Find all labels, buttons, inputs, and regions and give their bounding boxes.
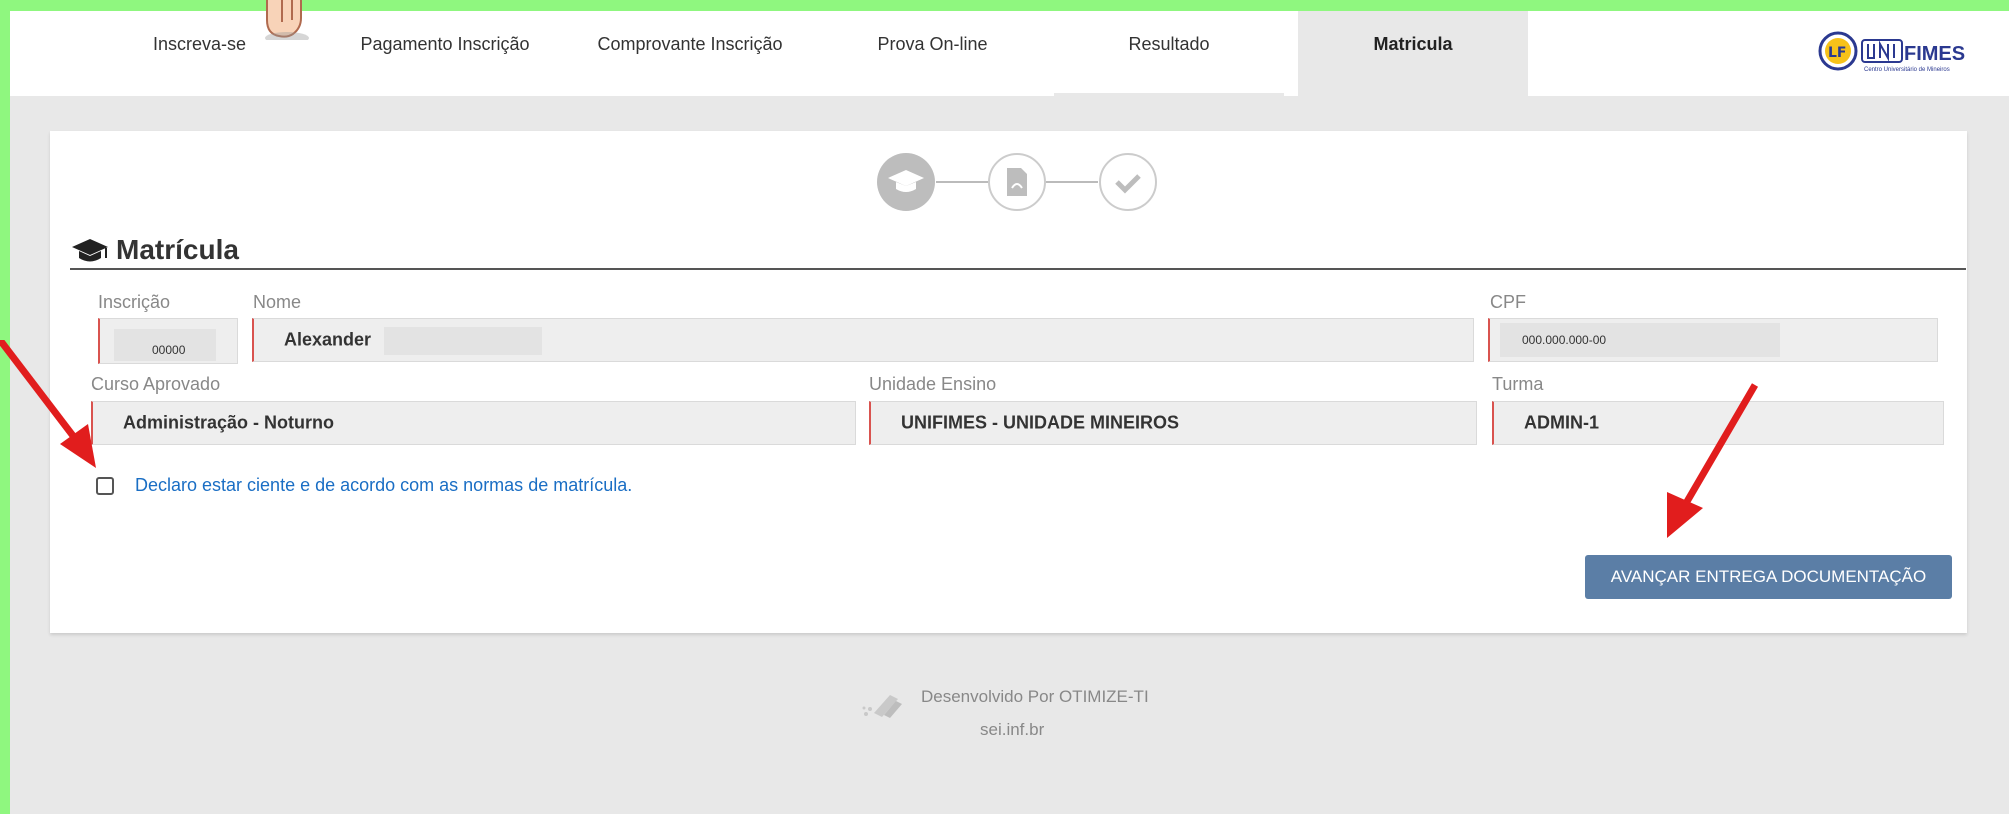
nav-item-resultado[interactable]: Resultado: [1054, 11, 1284, 96]
title-divider: [70, 268, 1966, 270]
logo-subtext: Centro Universitário de Mineiros: [1864, 67, 1950, 73]
nav-item-prova-online[interactable]: Prova On-line: [850, 11, 1015, 96]
annotation-arrow-left: [0, 340, 96, 468]
cpf-value: 000.000.000-00: [1522, 333, 1607, 347]
inscricao-label: Inscrição: [98, 292, 171, 312]
svg-text:LF: LF: [1828, 45, 1846, 61]
unidade-ensino-field[interactable]: UNIFIMES - UNIDADE MINEIROS: [869, 401, 1477, 445]
curso-aprovado-value: Administração - Noturno: [123, 412, 335, 433]
cpf-label: CPF: [1490, 292, 1526, 312]
graduation-cap-icon: [72, 239, 108, 262]
curso-aprovado-field[interactable]: Administração - Noturno: [91, 401, 856, 445]
inscricao-value: 00000: [152, 343, 186, 357]
nome-field[interactable]: Alexander: [252, 318, 1474, 362]
inscricao-field[interactable]: 00000: [98, 318, 238, 364]
nav-item-inscreva-se[interactable]: Inscreva-se: [112, 11, 287, 96]
hand-sticker-icon: [265, 0, 309, 40]
cpf-field[interactable]: 000.000.000-00: [1488, 318, 1938, 362]
step-pdf-document-icon: [988, 153, 1046, 211]
footer-developed-by: Desenvolvido Por OTIMIZE-TI: [921, 687, 1149, 706]
nav-item-matricula[interactable]: Matricula: [1298, 11, 1528, 96]
nav-item-pagamento-inscricao[interactable]: Pagamento Inscrição: [340, 11, 550, 96]
unidade-ensino-label: Unidade Ensino: [869, 374, 997, 394]
turma-value: ADMIN-1: [1524, 412, 1599, 433]
nav-item-comprovante-inscricao[interactable]: Comprovante Inscrição: [570, 11, 810, 96]
curso-aprovado-label: Curso Aprovado: [91, 374, 221, 394]
logo-text: FIMES: [1904, 43, 1965, 65]
nome-label: Nome: [253, 292, 302, 312]
step-graduation-cap-icon: [877, 153, 935, 211]
unifimes-logo: LF FIMES Centro Universitário de Mineiro…: [1818, 31, 1965, 73]
section-title-text: Matrícula: [116, 234, 239, 265]
unidade-ensino-value: UNIFIMES - UNIDADE MINEIROS: [901, 412, 1180, 433]
otimize-logo-icon: [862, 695, 902, 718]
nome-value: Alexander: [284, 329, 372, 350]
step-check-icon: [1099, 153, 1157, 211]
turma-label: Turma: [1492, 374, 1544, 394]
annotation-arrow-right: [1667, 383, 1759, 538]
step-indicator: [877, 153, 1157, 211]
footer-site[interactable]: sei.inf.br: [980, 720, 1044, 740]
agreement-label[interactable]: Declaro estar ciente e de acordo com as …: [135, 475, 632, 496]
advance-documentation-button[interactable]: AVANÇAR ENTREGA DOCUMENTAÇÃO: [1585, 555, 1952, 599]
